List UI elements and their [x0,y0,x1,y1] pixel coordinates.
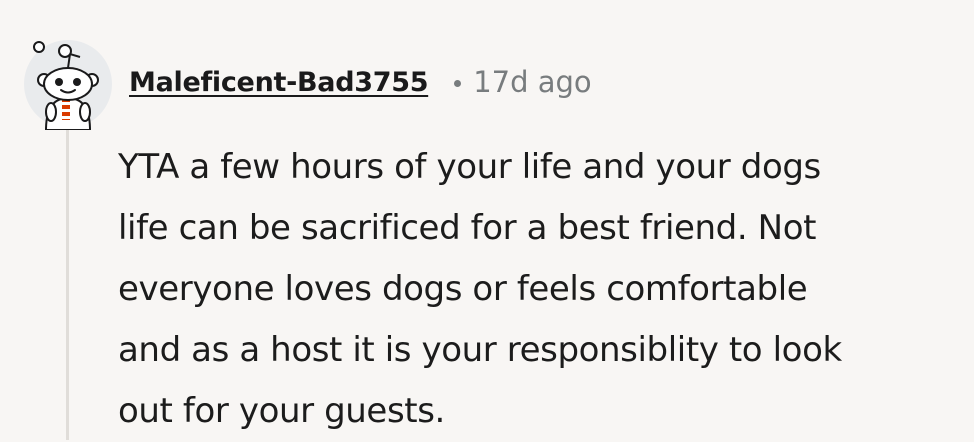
comment-body-line: out for your guests. [118,391,445,431]
separator-dot-icon [454,79,462,87]
comment-body: YTA a few hours of your life and your do… [118,137,948,442]
username-link[interactable]: Maleficent-Bad3755 [129,67,428,98]
comment-header: Maleficent-Bad3755 17d ago [129,62,592,102]
comment-body-line: YTA a few hours of your life and your do… [118,147,821,187]
comment-body-line: life can be sacrificed for a best friend… [118,208,817,248]
comment: Maleficent-Bad3755 17d ago YTA a few hou… [0,0,974,440]
comment-body-line: and as a host it is your responsiblity t… [118,330,842,370]
comment-body-line: everyone loves dogs or feels comfortable [118,269,808,309]
user-avatar-icon[interactable] [22,38,114,131]
thread-line[interactable] [66,130,69,440]
timestamp[interactable]: 17d ago [473,65,591,99]
